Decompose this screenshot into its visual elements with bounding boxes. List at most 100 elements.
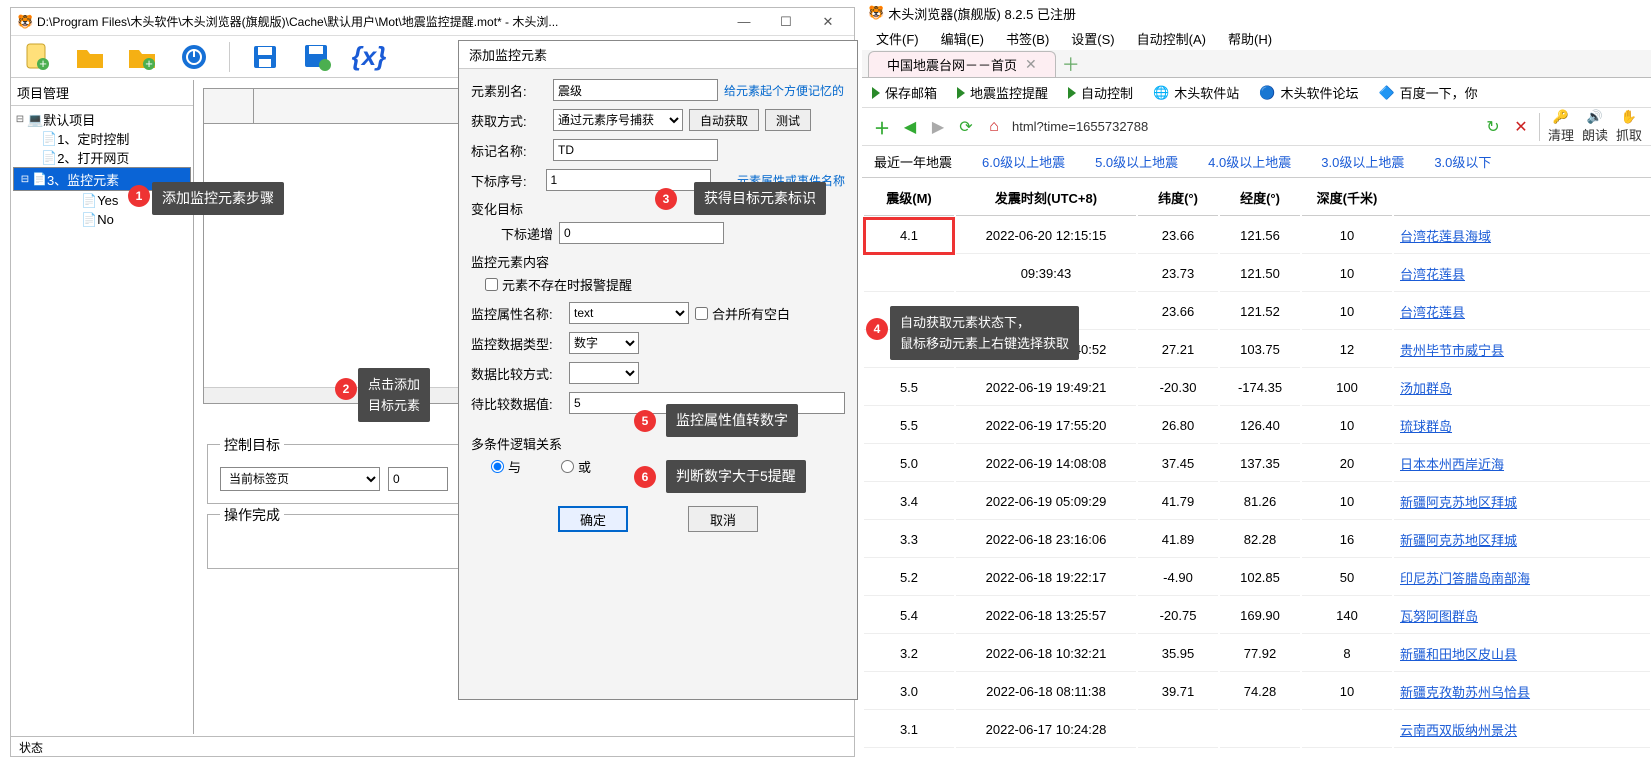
loc-link[interactable]: 台湾花莲县海域 xyxy=(1400,229,1491,244)
power-icon[interactable] xyxy=(177,40,211,74)
browser-titlebar[interactable]: 🐯 木头浏览器(旗舰版) 8.2.5 已注册 xyxy=(862,0,1651,26)
add-folder-icon[interactable]: + xyxy=(125,40,159,74)
loc-link[interactable]: 琉球群岛 xyxy=(1400,419,1452,434)
url-text[interactable]: html?time=1655732788 xyxy=(1012,119,1475,134)
getmode-select[interactable]: 通过元素序号捕获 xyxy=(553,109,683,131)
tree-node-open[interactable]: 📄 2、打开网页 xyxy=(13,148,191,167)
increment-input[interactable] xyxy=(559,222,724,244)
new-tab-button[interactable]: ＋ xyxy=(1062,51,1080,77)
table-row[interactable]: 3.02022-06-18 08:11:3839.7174.2810新疆克孜勒苏… xyxy=(864,674,1650,710)
table-row[interactable]: 5.02022-06-19 14:08:0837.45137.3520日本本州西… xyxy=(864,446,1650,482)
open-icon[interactable] xyxy=(73,40,107,74)
compare-select[interactable] xyxy=(569,362,639,384)
loc-link[interactable]: 台湾花莲县 xyxy=(1400,305,1465,320)
table-row[interactable]: 5.52022-06-19 19:49:21-20.30-174.35100汤加… xyxy=(864,370,1650,406)
separator xyxy=(229,42,230,72)
filter-m4[interactable]: 4.0级以上地震 xyxy=(1208,152,1291,171)
cell-time: 2022-06-19 17:55:20 xyxy=(956,408,1136,444)
cell-loc: 台湾花莲县海域 xyxy=(1394,218,1650,254)
table-row[interactable]: 3.32022-06-18 23:16:0641.8982.2816新疆阿克苏地… xyxy=(864,522,1650,558)
cell-depth: 10 xyxy=(1302,674,1392,710)
index-input[interactable] xyxy=(546,169,711,191)
reload-icon[interactable]: ↻ xyxy=(1483,117,1503,137)
table-row[interactable]: 5.22022-06-18 19:22:17-4.90102.8550印尼苏门答… xyxy=(864,560,1650,596)
table-row[interactable]: 09:39:4323.73121.5010台湾花莲县 xyxy=(864,256,1650,292)
menu-bookmark[interactable]: 书签(B) xyxy=(1006,29,1049,48)
loc-link[interactable]: 新疆阿克苏地区拜城 xyxy=(1400,495,1517,510)
loc-link[interactable]: 云南西双版纳州景洪 xyxy=(1400,723,1517,738)
loc-link[interactable]: 日本本州西岸近海 xyxy=(1400,457,1504,472)
fav-save-mail[interactable]: 保存邮箱 xyxy=(872,83,937,102)
active-tab[interactable]: 中国地震台网－－首页 ✕ xyxy=(868,51,1056,77)
table-row[interactable]: 4.12022-06-20 12:15:1523.66121.5610台湾花莲县… xyxy=(864,218,1650,254)
test-button[interactable]: 测试 xyxy=(765,109,811,131)
propname-select[interactable]: text xyxy=(569,302,689,324)
filter-recent[interactable]: 最近一年地震 xyxy=(874,152,952,171)
loc-link[interactable]: 印尼苏门答腊岛南部海 xyxy=(1400,571,1530,586)
minimize-button[interactable]: — xyxy=(724,10,764,34)
grab-tool[interactable]: ✋抓取 xyxy=(1616,109,1642,144)
loc-link[interactable]: 台湾花莲县 xyxy=(1400,267,1465,282)
loc-link[interactable]: 汤加群岛 xyxy=(1400,381,1452,396)
cell-lon: 169.90 xyxy=(1220,598,1300,634)
tab-close-icon[interactable]: ✕ xyxy=(1025,56,1037,73)
add-page-icon[interactable]: ＋ xyxy=(872,117,892,137)
titlebar[interactable]: 🐯 D:\Program Files\木头软件\木头浏览器(旗舰版)\Cache… xyxy=(11,8,854,36)
back-icon[interactable]: ◀ xyxy=(900,117,920,137)
table-row[interactable]: 3.42022-06-19 05:09:2941.7981.2610新疆阿克苏地… xyxy=(864,484,1650,520)
menu-settings[interactable]: 设置(S) xyxy=(1071,29,1114,48)
tree-node-timer[interactable]: 📄 1、定时控制 xyxy=(13,129,191,148)
content-section: 监控元素内容 xyxy=(471,252,845,271)
read-tool[interactable]: 🔊朗读 xyxy=(1582,109,1608,144)
menu-help[interactable]: 帮助(H) xyxy=(1228,29,1272,48)
ok-button[interactable]: 确定 xyxy=(558,506,628,532)
tree-root[interactable]: ⊟💻 默认项目 xyxy=(13,110,191,129)
variable-icon[interactable]: {x} xyxy=(352,40,386,74)
loc-link[interactable]: 新疆克孜勒苏州乌恰县 xyxy=(1400,685,1530,700)
tag-input[interactable] xyxy=(553,139,718,161)
close-button[interactable]: ✕ xyxy=(808,10,848,34)
clean-tool[interactable]: 🔑清理 xyxy=(1548,109,1574,144)
logic-and-radio[interactable]: 与 xyxy=(491,457,521,476)
save-as-icon[interactable] xyxy=(300,40,334,74)
save-icon[interactable] xyxy=(248,40,282,74)
fav-forum[interactable]: 🔵 木头软件论坛 xyxy=(1259,83,1358,102)
target-tab-select[interactable]: 当前标签页 xyxy=(220,467,380,491)
th-depth: 深度(千米) xyxy=(1302,180,1392,216)
new-icon[interactable]: + xyxy=(21,40,55,74)
filter-m3[interactable]: 3.0级以上地震 xyxy=(1321,152,1404,171)
loc-link[interactable]: 贵州毕节市威宁县 xyxy=(1400,343,1504,358)
datatype-select[interactable]: 数字 xyxy=(569,332,639,354)
refresh-icon[interactable]: ⟳ xyxy=(956,117,976,137)
alias-input[interactable] xyxy=(553,79,718,101)
filter-m5[interactable]: 5.0级以上地震 xyxy=(1095,152,1178,171)
merge-check[interactable]: 合并所有空白 xyxy=(695,304,790,323)
stop-icon[interactable]: ✕ xyxy=(1511,117,1531,137)
loc-link[interactable]: 新疆和田地区皮山县 xyxy=(1400,647,1517,662)
table-row[interactable]: 5.52022-06-19 17:55:2026.80126.4010琉球群岛 xyxy=(864,408,1650,444)
filter-m3below[interactable]: 3.0级以下 xyxy=(1434,152,1491,171)
auto-get-button[interactable]: 自动获取 xyxy=(689,109,759,131)
cancel-button[interactable]: 取消 xyxy=(688,506,758,532)
fav-quake-monitor[interactable]: 地震监控提醒 xyxy=(957,83,1048,102)
logic-or-radio[interactable]: 或 xyxy=(561,457,591,476)
table-row[interactable]: 3.12022-06-17 10:24:28云南西双版纳州景洪 xyxy=(864,712,1650,748)
filter-m6[interactable]: 6.0级以上地震 xyxy=(982,152,1065,171)
menu-edit[interactable]: 编辑(E) xyxy=(941,29,984,48)
noexist-check[interactable]: 元素不存在时报警提醒 xyxy=(471,275,845,294)
home-icon[interactable]: ⌂ xyxy=(984,117,1004,137)
fav-baidu[interactable]: 🔷 百度一下，你 xyxy=(1378,83,1477,102)
table-row[interactable]: 5.42022-06-18 13:25:57-20.75169.90140瓦努阿… xyxy=(864,598,1650,634)
fav-site[interactable]: 🌐 木头软件站 xyxy=(1153,83,1239,102)
loc-link[interactable]: 瓦努阿图群岛 xyxy=(1400,609,1478,624)
loc-link[interactable]: 新疆阿克苏地区拜城 xyxy=(1400,533,1517,548)
menu-auto[interactable]: 自动控制(A) xyxy=(1137,29,1206,48)
target-index-input[interactable] xyxy=(388,467,448,491)
forward-icon[interactable]: ▶ xyxy=(928,117,948,137)
menu-file[interactable]: 文件(F) xyxy=(876,29,919,48)
table-row[interactable]: 3.22022-06-18 10:32:2135.9577.928新疆和田地区皮… xyxy=(864,636,1650,672)
maximize-button[interactable]: ☐ xyxy=(766,10,806,34)
window-title: D:\Program Files\木头软件\木头浏览器(旗舰版)\Cache\默… xyxy=(37,13,724,30)
dialog-title[interactable]: 添加监控元素 xyxy=(459,41,857,69)
fav-auto[interactable]: 自动控制 xyxy=(1068,83,1133,102)
